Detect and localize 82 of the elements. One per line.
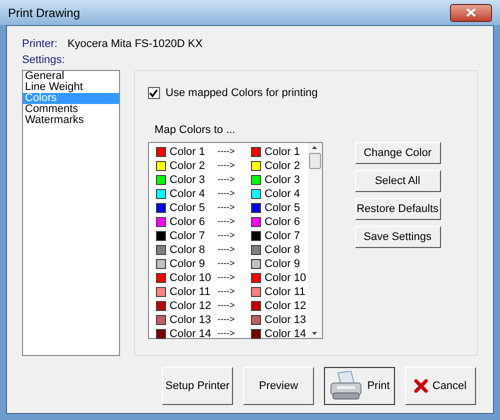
target-color-label: Color 4: [264, 186, 300, 202]
target-color-label: Color 6: [264, 214, 300, 230]
side-button[interactable]: Change Color: [354, 142, 441, 164]
color-map-row[interactable]: Color 4 ----> Color 4: [156, 187, 308, 201]
target-color-label: Color 1: [264, 144, 300, 160]
side-button[interactable]: Select All: [354, 170, 441, 192]
target-color-label: Color 10: [264, 270, 306, 286]
arrow-text: ---->: [218, 243, 236, 256]
color-map-row[interactable]: Color 11 ----> Color 11: [156, 285, 308, 299]
scroll-thumb[interactable]: [308, 153, 321, 169]
arrow-text: ---->: [218, 173, 236, 186]
map-colors-label: Map Colors to ...: [154, 122, 236, 138]
color-map-row[interactable]: Color 8 ----> Color 8: [156, 243, 308, 257]
arrow-text: ---->: [218, 285, 236, 298]
color-map-row[interactable]: Color 14 ----> Color 14: [156, 327, 308, 341]
checkbox[interactable]: [148, 87, 160, 100]
source-color-label: Color 12: [170, 298, 212, 314]
checkbox-label: Use mapped Colors for printing: [166, 86, 318, 101]
source-color-label: Color 4: [170, 186, 206, 202]
source-color-label: Color 14: [170, 326, 212, 342]
target-color-label: Color 7: [264, 228, 300, 244]
target-color-label: Color 5: [264, 200, 300, 216]
printer-icon: [329, 371, 364, 401]
print-button[interactable]: Print: [324, 367, 395, 405]
arrow-text: ---->: [218, 257, 236, 270]
arrow-text: ---->: [218, 229, 236, 242]
dialog-button[interactable]: Setup Printer: [162, 367, 233, 405]
source-color-label: Color 1: [170, 144, 206, 160]
settings-item[interactable]: Line Weight: [23, 82, 119, 93]
printer-label: Printer:: [22, 36, 58, 52]
arrow-text: ---->: [218, 159, 236, 172]
cancel-button[interactable]: Cancel: [405, 367, 476, 405]
target-color-label: Color 13: [264, 312, 306, 328]
arrow-text: ---->: [218, 271, 236, 284]
target-color-label: Color 12: [264, 298, 306, 314]
color-map-row[interactable]: Color 1 ----> Color 1: [156, 145, 308, 159]
side-button[interactable]: Restore Defaults: [354, 198, 441, 220]
close-button[interactable]: [450, 4, 492, 22]
printer-name: Kyocera Mita FS-1020D KX: [67, 36, 203, 52]
source-color-label: Color 13: [170, 312, 212, 328]
arrow-text: ---->: [218, 299, 236, 312]
window-title: Print Drawing: [8, 4, 80, 22]
target-color-label: Color 8: [264, 242, 300, 258]
source-color-label: Color 2: [170, 158, 206, 174]
source-color-label: Color 9: [170, 256, 206, 272]
color-map-row[interactable]: Color 3 ----> Color 3: [156, 173, 308, 187]
color-map-row[interactable]: Color 12 ----> Color 12: [156, 299, 308, 313]
source-color-label: Color 10: [170, 270, 212, 286]
side-button[interactable]: Save Settings: [354, 226, 441, 248]
check-icon: [149, 88, 158, 98]
settings-item[interactable]: Comments: [23, 104, 119, 115]
color-map-row[interactable]: Color 7 ----> Color 7: [156, 229, 308, 243]
color-map-row[interactable]: Color 2 ----> Color 2: [156, 159, 308, 173]
target-color-label: Color 11: [264, 284, 306, 300]
settings-item[interactable]: Watermarks: [23, 115, 119, 126]
settings-item[interactable]: General: [23, 71, 119, 82]
arrow-text: ---->: [218, 145, 236, 158]
source-color-label: Color 6: [170, 214, 206, 230]
scrollbar[interactable]: [308, 143, 322, 338]
dialog-button[interactable]: Preview: [243, 367, 314, 405]
arrow-text: ---->: [218, 327, 236, 340]
source-color-label: Color 7: [170, 228, 206, 244]
close-icon: [466, 8, 476, 17]
settings-label: Settings:: [22, 53, 66, 68]
color-map-row[interactable]: Color 9 ----> Color 9: [156, 257, 308, 271]
target-color-label: Color 14: [264, 326, 306, 342]
target-color-label: Color 3: [264, 172, 300, 188]
arrow-text: ---->: [218, 201, 236, 214]
arrow-text: ---->: [218, 313, 236, 326]
color-map-row[interactable]: Color 6 ----> Color 6: [156, 215, 308, 229]
arrow-text: ---->: [218, 187, 236, 200]
source-color-label: Color 11: [170, 284, 212, 300]
source-color-label: Color 5: [170, 200, 206, 216]
cancel-icon: [414, 379, 428, 393]
target-color-label: Color 2: [264, 158, 300, 174]
color-map-row[interactable]: Color 10 ----> Color 10: [156, 271, 308, 285]
source-color-label: Color 3: [170, 172, 206, 188]
color-map-row[interactable]: Color 13 ----> Color 13: [156, 313, 308, 327]
target-color-label: Color 9: [264, 256, 300, 272]
source-color-label: Color 8: [170, 242, 206, 258]
arrow-text: ---->: [218, 215, 236, 228]
color-map-row[interactable]: Color 5 ----> Color 5: [156, 201, 308, 215]
